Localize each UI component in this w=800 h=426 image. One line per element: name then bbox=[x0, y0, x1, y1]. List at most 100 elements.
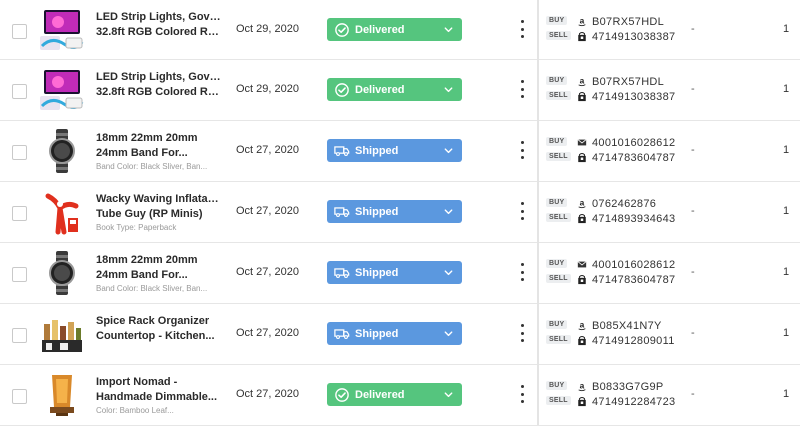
order-date: Oct 27, 2020 bbox=[236, 388, 299, 400]
product-title-line1: LED Strip Lights, Govee bbox=[96, 71, 221, 83]
store-icon[interactable] bbox=[577, 396, 587, 407]
store-icon[interactable] bbox=[577, 274, 587, 285]
row-checkbox[interactable] bbox=[12, 328, 27, 343]
product-thumbnail[interactable] bbox=[38, 188, 86, 236]
buy-id[interactable]: B085X41N7Y bbox=[592, 320, 662, 332]
product-title[interactable]: Spice Rack Organizer Countertop - Kitche… bbox=[96, 314, 221, 344]
product-variant: Color: Bamboo Leaf... bbox=[96, 406, 174, 415]
order-row[interactable]: LED Strip Lights, Govee 32.8ft RGB Color… bbox=[0, 60, 800, 121]
product-title[interactable]: 18mm 22mm 20mm 24mm Band For... Band Col… bbox=[96, 253, 221, 295]
quantity: 1 bbox=[783, 83, 790, 95]
sell-id[interactable]: 4714913038387 bbox=[592, 31, 675, 43]
more-options-button[interactable] bbox=[518, 263, 526, 281]
buy-tag: BUY bbox=[546, 259, 568, 268]
status-label: Shipped bbox=[355, 205, 399, 218]
buy-id[interactable]: B07RX57HDL bbox=[592, 76, 664, 88]
buy-id[interactable]: 4001016028612 bbox=[592, 137, 675, 149]
sell-id[interactable]: 4714912284723 bbox=[592, 396, 675, 408]
sell-id[interactable]: 4714783604787 bbox=[592, 152, 675, 164]
buy-id[interactable]: 4001016028612 bbox=[592, 259, 675, 271]
chevron-down-icon bbox=[443, 84, 454, 95]
product-thumbnail[interactable] bbox=[38, 127, 86, 175]
status-dropdown[interactable]: Shipped bbox=[327, 322, 462, 345]
order-row[interactable]: LED Strip Lights, Govee 32.8ft RGB Color… bbox=[0, 0, 800, 60]
order-row[interactable]: 18mm 22mm 20mm 24mm Band For... Band Col… bbox=[0, 121, 800, 182]
more-options-button[interactable] bbox=[518, 324, 526, 342]
product-variant: Book Type: Paperback bbox=[96, 223, 177, 232]
buy-sell-info: BUY a B07RX57HDL SELL 4714913038387 bbox=[546, 75, 696, 105]
more-options-button[interactable] bbox=[518, 385, 526, 403]
product-title[interactable]: Import Nomad - Handmade Dimmable... Colo… bbox=[96, 375, 221, 417]
product-title[interactable]: LED Strip Lights, Govee 32.8ft RGB Color… bbox=[96, 70, 221, 100]
quantity: 1 bbox=[783, 327, 790, 339]
row-checkbox[interactable] bbox=[12, 206, 27, 221]
sell-id[interactable]: 4714912809011 bbox=[592, 335, 675, 347]
buy-id[interactable]: B07RX57HDL bbox=[592, 16, 664, 28]
product-title-line1: 18mm 22mm 20mm bbox=[96, 132, 198, 144]
more-options-button[interactable] bbox=[518, 141, 526, 159]
buy-tag: BUY bbox=[546, 137, 568, 146]
more-options-button[interactable] bbox=[518, 80, 526, 98]
product-title[interactable]: Wacky Waving Inflatable Tube Guy (RP Min… bbox=[96, 192, 221, 234]
amazon-icon[interactable]: a bbox=[577, 381, 587, 392]
sell-line: SELL 4714912809011 bbox=[546, 334, 696, 348]
row-checkbox[interactable] bbox=[12, 267, 27, 282]
product-thumbnail[interactable] bbox=[38, 249, 86, 297]
envelope-icon[interactable] bbox=[577, 137, 587, 148]
buy-line: BUY 4001016028612 bbox=[546, 258, 696, 272]
product-thumbnail[interactable] bbox=[38, 371, 86, 419]
empty-value: - bbox=[691, 23, 695, 35]
product-title-line1: Wacky Waving Inflatable bbox=[96, 193, 221, 205]
buy-line: BUY a B0833G7G9P bbox=[546, 380, 696, 394]
row-checkbox[interactable] bbox=[12, 389, 27, 404]
product-title-line1: Import Nomad - bbox=[96, 376, 178, 388]
product-variant: Band Color: Black Sliver, Ban... bbox=[96, 284, 208, 293]
amazon-icon[interactable]: a bbox=[577, 76, 587, 87]
more-options-button[interactable] bbox=[518, 20, 526, 38]
buy-line: BUY a B07RX57HDL bbox=[546, 75, 696, 89]
row-checkbox[interactable] bbox=[12, 145, 27, 160]
status-dropdown[interactable]: Delivered bbox=[327, 18, 462, 41]
sell-id[interactable]: 4714913038387 bbox=[592, 91, 675, 103]
store-icon[interactable] bbox=[577, 213, 587, 224]
product-title-line2: Countertop - Kitchen... bbox=[96, 330, 215, 342]
buy-sell-info: BUY a B07RX57HDL SELL 4714913038387 bbox=[546, 15, 696, 45]
envelope-icon[interactable] bbox=[577, 259, 587, 270]
order-row[interactable]: Spice Rack Organizer Countertop - Kitche… bbox=[0, 304, 800, 365]
order-row[interactable]: 18mm 22mm 20mm 24mm Band For... Band Col… bbox=[0, 243, 800, 304]
check-circle-icon bbox=[334, 387, 350, 403]
buy-line: BUY a 0762462876 bbox=[546, 197, 696, 211]
order-row[interactable]: Wacky Waving Inflatable Tube Guy (RP Min… bbox=[0, 182, 800, 243]
row-checkbox[interactable] bbox=[12, 84, 27, 99]
status-dropdown[interactable]: Shipped bbox=[327, 200, 462, 223]
amazon-icon[interactable]: a bbox=[577, 320, 587, 331]
status-dropdown[interactable]: Delivered bbox=[327, 383, 462, 406]
sell-id[interactable]: 4714893934643 bbox=[592, 213, 675, 225]
buy-id[interactable]: 0762462876 bbox=[592, 198, 656, 210]
buy-id[interactable]: B0833G7G9P bbox=[592, 381, 664, 393]
product-thumbnail[interactable] bbox=[38, 6, 86, 54]
more-options-button[interactable] bbox=[518, 202, 526, 220]
sell-id[interactable]: 4714783604787 bbox=[592, 274, 675, 286]
row-checkbox[interactable] bbox=[12, 24, 27, 39]
store-icon[interactable] bbox=[577, 31, 587, 42]
sell-tag: SELL bbox=[546, 213, 571, 222]
status-dropdown[interactable]: Shipped bbox=[327, 139, 462, 162]
product-thumbnail[interactable] bbox=[38, 66, 86, 114]
buy-line: BUY a B07RX57HDL bbox=[546, 15, 696, 29]
product-thumbnail[interactable] bbox=[38, 310, 86, 358]
status-dropdown[interactable]: Shipped bbox=[327, 261, 462, 284]
store-icon[interactable] bbox=[577, 335, 587, 346]
product-title-line2: 24mm Band For... bbox=[96, 147, 188, 159]
product-title[interactable]: LED Strip Lights, Govee 32.8ft RGB Color… bbox=[96, 10, 221, 40]
amazon-icon[interactable]: a bbox=[577, 16, 587, 27]
order-row[interactable]: Import Nomad - Handmade Dimmable... Colo… bbox=[0, 365, 800, 426]
svg-text:a: a bbox=[580, 199, 585, 208]
quantity: 1 bbox=[783, 205, 790, 217]
order-date: Oct 27, 2020 bbox=[236, 144, 299, 156]
status-dropdown[interactable]: Delivered bbox=[327, 78, 462, 101]
amazon-icon[interactable]: a bbox=[577, 198, 587, 209]
product-title[interactable]: 18mm 22mm 20mm 24mm Band For... Band Col… bbox=[96, 131, 221, 173]
store-icon[interactable] bbox=[577, 152, 587, 163]
store-icon[interactable] bbox=[577, 91, 587, 102]
